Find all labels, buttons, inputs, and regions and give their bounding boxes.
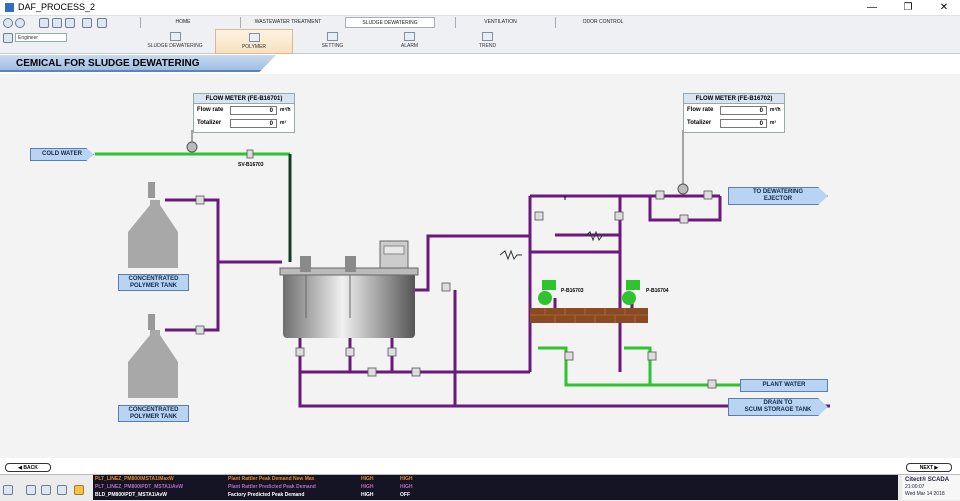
check-valve-icon-1 — [499, 249, 522, 261]
valve-tank2[interactable] — [195, 325, 205, 335]
valve-drain-3[interactable] — [367, 367, 377, 377]
flow-meter-1-rate-row: Flow rate 0 m³/h — [197, 106, 291, 115]
valve-plantwater-main[interactable] — [707, 379, 717, 389]
flow-meter-panel-1: FLOW METER (FE-B16701) Flow rate 0 m³/h … — [193, 93, 295, 133]
back-arrow-icon[interactable] — [3, 18, 13, 28]
valve-drain-4[interactable] — [387, 347, 397, 357]
flow-meter-1-rate-value: 0 — [230, 106, 277, 115]
plant-water-tag: PLANT WATER — [740, 379, 828, 392]
sludge-dewatering-icon — [169, 32, 181, 41]
solenoid-valve-label: SV-B16703 — [238, 162, 264, 168]
drain-scum-tag: DRAIN TO SCUM STORAGE TANK — [728, 398, 828, 416]
brand-label: Citect® SCADA — [905, 477, 950, 483]
clock-panel: Citect® SCADA 21:00:07 Wed Mar 14 2018 — [902, 475, 960, 500]
nav-odor-control[interactable]: ODOR CONTROL — [555, 17, 650, 28]
forward-arrow-icon[interactable] — [15, 18, 25, 28]
minimize-button[interactable]: — — [858, 1, 886, 14]
back-button[interactable]: ◀ BACK — [5, 463, 51, 472]
cold-water-tag: COLD WATER — [30, 148, 94, 161]
valve-drain-2[interactable] — [345, 347, 355, 357]
alarm-icon — [404, 32, 415, 41]
close-button[interactable]: ✕ — [930, 1, 958, 14]
nav-home[interactable]: HOME — [140, 17, 225, 28]
polymer-tank-1 — [128, 182, 178, 268]
valve-outlet[interactable] — [441, 282, 451, 292]
valve-ejector-2[interactable] — [703, 190, 713, 200]
polymer-tank-2 — [128, 314, 178, 398]
flow-meter-1-totalizer-row: Totalizer 0 m³ — [197, 119, 287, 128]
window-title: DAF_PROCESS_2 — [18, 2, 96, 12]
pump-icon-1 — [538, 280, 556, 305]
valve-ejector-bypass[interactable] — [679, 214, 689, 224]
flow-meter-1-totalizer-value: 0 — [230, 119, 277, 128]
valve-tank1[interactable] — [195, 195, 205, 205]
polymer-tank-1-tag: CONCENTRATED POLYMER TANK — [118, 274, 189, 291]
alarm-silence-icon[interactable] — [41, 485, 51, 495]
login-icon[interactable] — [3, 33, 13, 43]
menu-icon-1[interactable] — [39, 18, 49, 28]
valve-ejector-1[interactable] — [655, 190, 665, 200]
polymer-tank-2-tag: CONCENTRATED POLYMER TANK — [118, 405, 189, 422]
alarm-disable-icon[interactable] — [57, 485, 67, 495]
pump-platform — [530, 308, 648, 323]
home-icon[interactable] — [82, 18, 92, 28]
flow-sensor-icon-1 — [186, 130, 198, 153]
flow-meter-2-totalizer-value: 0 — [720, 119, 767, 128]
flow-meter-2-totalizer-row: Totalizer 0 m³ — [687, 119, 777, 128]
flow-meter-2-title: FLOW METER (FE-B16702) — [684, 94, 784, 104]
setting-icon — [327, 32, 338, 41]
valve-plantwater-1[interactable] — [564, 351, 574, 361]
pump-icon-2 — [622, 280, 640, 305]
maximize-button[interactable]: ❐ — [894, 1, 922, 14]
warning-icon[interactable] — [74, 485, 84, 495]
trend-icon — [482, 32, 493, 41]
valve-drain-1[interactable] — [295, 347, 305, 357]
alarm-list-icon[interactable] — [26, 485, 36, 495]
flow-meter-2-rate-value: 0 — [720, 106, 767, 115]
valve-plantwater-2[interactable] — [647, 351, 657, 361]
valve-drain-5[interactable] — [411, 367, 421, 377]
process-canvas: FLOW METER (FE-B16701) Flow rate 0 m³/h … — [0, 74, 960, 458]
flow-meter-panel-2: FLOW METER (FE-B16702) Flow rate 0 m³/h … — [683, 93, 785, 133]
mixing-tank — [279, 240, 419, 338]
nav-wastewater-treatment[interactable]: WASTEWATER TREATMENT — [240, 17, 335, 28]
pump-1-label: P-B16703 — [561, 288, 584, 294]
alarm-list: PLT_LINEZ_PM800\MSTA1\MaxW Plant Rattler… — [93, 475, 898, 500]
clock-time: 21:00:07 — [905, 484, 925, 490]
tab-polymer[interactable]: POLYMER — [215, 29, 293, 54]
valve-pump1-line[interactable] — [534, 211, 544, 221]
page-title: CEMICAL FOR SLUDGE DEWATERING — [16, 58, 200, 69]
tab-trend[interactable]: TREND — [450, 29, 525, 54]
polymer-icon — [248, 33, 260, 42]
user-field[interactable]: Engineer — [15, 33, 67, 42]
tab-alarm[interactable]: ALARM — [372, 29, 447, 54]
tab-setting[interactable]: SETTING — [295, 29, 370, 54]
dewatering-ejector-tag: TO DEWATERING EJECTOR — [728, 187, 828, 205]
print-icon[interactable] — [97, 18, 107, 28]
pump-2-label: P-B16704 — [646, 288, 669, 294]
app-icon — [5, 3, 14, 12]
valve-pump2-line[interactable] — [614, 211, 624, 221]
menu-icon-3[interactable] — [65, 18, 75, 28]
alarm-ack-icon[interactable] — [3, 485, 13, 495]
flow-meter-1-title: FLOW METER (FE-B16701) — [194, 94, 294, 104]
flow-meter-2-rate-row: Flow rate 0 m³/h — [687, 106, 781, 115]
nav-sludge-dewatering[interactable]: SLUDGE DEWATERING — [345, 17, 435, 28]
page-header: CEMICAL FOR SLUDGE DEWATERING — [0, 55, 276, 72]
menu-icon-2[interactable] — [52, 18, 62, 28]
solenoid-valve-icon[interactable] — [246, 149, 254, 159]
next-button[interactable]: NEXT ▶ — [906, 463, 952, 472]
clock-date: Wed Mar 14 2018 — [905, 491, 945, 497]
flow-sensor-icon-2 — [677, 130, 689, 195]
tab-sludge-dewatering[interactable]: SLUDGE DEWATERING — [135, 29, 215, 54]
window-titlebar: DAF_PROCESS_2 — ❐ ✕ — [0, 0, 960, 16]
nav-ventilation[interactable]: VENTILATION — [455, 17, 545, 28]
